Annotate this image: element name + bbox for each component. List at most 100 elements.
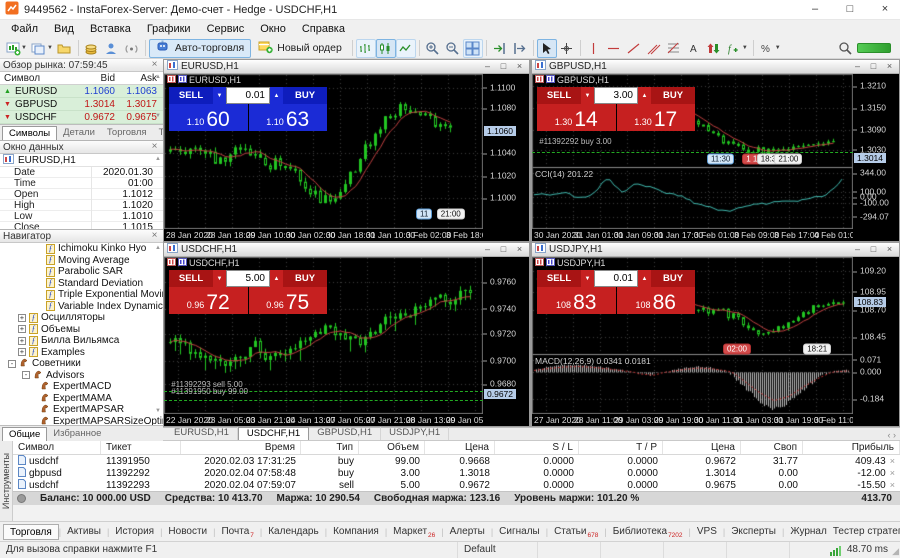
crosshair-icon[interactable]	[557, 39, 577, 58]
buy-button[interactable]: BUY	[651, 270, 695, 287]
navigator-item[interactable]: ƒTriple Exponential Movin	[0, 289, 163, 301]
panel-close-icon[interactable]: ×	[149, 230, 160, 242]
auto-trading-button[interactable]: Авто-торговля	[149, 39, 251, 58]
sell-price[interactable]: 0.9672	[169, 287, 248, 314]
chart-window-titlebar[interactable]: EURUSD,H1–□×	[164, 60, 529, 74]
terminal-tab-vps[interactable]: VPS	[691, 524, 723, 540]
buy-price[interactable]: 1.1063	[249, 104, 328, 131]
volume-decrease-icon[interactable]: ▼	[581, 270, 594, 287]
chart-tab[interactable]: USDJPY,H1	[381, 427, 449, 440]
volume-input[interactable]: 0.01	[226, 87, 270, 104]
templates-icon[interactable]	[55, 39, 75, 58]
sell-price[interactable]: 1.3014	[537, 104, 616, 131]
candlestick-chart-icon[interactable]	[376, 39, 396, 58]
new-chart-icon[interactable]	[3, 39, 23, 58]
chart-minimize-button[interactable]: –	[851, 60, 864, 73]
terminal-tab-алерты[interactable]: Алерты	[444, 524, 491, 540]
chart-restore-button[interactable]: □	[867, 243, 880, 256]
horizontal-line-icon[interactable]	[604, 39, 624, 58]
zoom-in-icon[interactable]	[423, 39, 443, 58]
volume-input[interactable]: 3.00	[594, 87, 638, 104]
trade-column-header[interactable]: Тикет	[101, 441, 181, 454]
buy-button[interactable]: BUY	[283, 87, 327, 104]
market-watch-row[interactable]: ▼USDCHF0.96720.9675	[0, 111, 163, 124]
terminal-tab-новости[interactable]: Новости	[162, 524, 213, 540]
scroll-up-icon[interactable]: ▲	[155, 156, 161, 162]
vertical-line-icon[interactable]	[584, 39, 604, 58]
volume-decrease-icon[interactable]: ▼	[581, 87, 594, 104]
market-watch-row[interactable]: ▲EURUSD1.10601.1063	[0, 85, 163, 98]
menu-item[interactable]: Справка	[294, 20, 353, 38]
terminal-tab-активы[interactable]: Активы	[61, 524, 107, 540]
navigator-item[interactable]: ExpertMAPSAR	[0, 404, 163, 416]
maximize-button[interactable]: □	[835, 0, 865, 19]
trade-column-header[interactable]: S / L	[495, 441, 579, 454]
chart-restore-button[interactable]: □	[867, 60, 880, 73]
equidistant-channel-icon[interactable]	[644, 39, 664, 58]
trade-row[interactable]: usdchf113919502020.02.03 17:31:25buy99.0…	[13, 455, 900, 467]
dropdown-caret-icon[interactable]: ▼	[775, 45, 781, 51]
tile-windows-icon[interactable]	[463, 39, 483, 58]
scroll-down-icon[interactable]: ▼	[155, 408, 161, 414]
buy-price[interactable]: 1.3017	[617, 104, 696, 131]
cursor-icon[interactable]	[537, 39, 557, 58]
timeframes-icon[interactable]: %	[757, 39, 777, 58]
buy-price[interactable]: 10886	[617, 287, 696, 314]
chart-shift-icon[interactable]	[510, 39, 530, 58]
terminal-tab-маркет[interactable]: Маркет26	[387, 524, 441, 540]
data-window-icon[interactable]	[102, 39, 122, 58]
close-trade-icon[interactable]: ×	[890, 468, 895, 478]
expand-icon[interactable]: +	[18, 314, 26, 322]
time-axis[interactable]: 30 Jan 202031 Jan 01:0031 Jan 09:0031 Ja…	[532, 229, 853, 241]
panel-close-icon[interactable]: ×	[149, 59, 160, 71]
price-scale[interactable]: 109.20108.95108.70108.450.0710.000-0.184…	[853, 257, 899, 414]
trade-column-header[interactable]: Время	[181, 441, 301, 454]
volume-decrease-icon[interactable]: ▼	[213, 87, 226, 104]
chart-tabs-scroll-icons[interactable]: ‹ ›	[884, 430, 900, 440]
chart-close-button[interactable]: ×	[513, 60, 526, 73]
trade-column-header[interactable]: Символ	[13, 441, 101, 454]
trade-column-header[interactable]: Тип	[301, 441, 359, 454]
chart-restore-button[interactable]: □	[497, 60, 510, 73]
menu-item[interactable]: Графики	[139, 20, 199, 38]
dropdown-caret-icon[interactable]: ▼	[742, 45, 748, 51]
collapse-icon[interactable]: -	[22, 371, 30, 379]
chart-restore-button[interactable]: □	[497, 243, 510, 256]
menu-item[interactable]: Вставка	[82, 20, 139, 38]
collapse-icon[interactable]: -	[8, 360, 16, 368]
trade-row[interactable]: usdchf113922932020.02.04 07:59:07sell5.0…	[13, 479, 900, 491]
terminal-tab-статьи[interactable]: Статьи678	[548, 524, 604, 540]
navigator-item[interactable]: ExpertMAPSARSizeOptim	[0, 416, 163, 426]
sell-price[interactable]: 10883	[537, 287, 616, 314]
trade-column-header[interactable]: Своп	[741, 441, 803, 454]
chart-tab[interactable]: USDCHF,H1	[238, 427, 309, 440]
bar-chart-icon[interactable]	[356, 39, 376, 58]
market-watch-row[interactable]: ▼GBPUSD1.30141.3017	[0, 98, 163, 111]
price-scale[interactable]: 1.11001.10801.10401.10201.10001.1060	[483, 74, 529, 229]
navigator-item[interactable]: ƒIchimoku Kinko Hyo	[0, 243, 163, 255]
autoscroll-icon[interactable]	[490, 39, 510, 58]
trade-column-header[interactable]: T / P	[579, 441, 663, 454]
time-axis[interactable]: 28 Jan 202028 Jan 18:0029 Jan 10:0030 Ja…	[164, 229, 483, 241]
trade-column-header[interactable]: Объем	[359, 441, 425, 454]
chart-minimize-button[interactable]: –	[481, 243, 494, 256]
market-watch-tab[interactable]: Торговля	[101, 126, 153, 140]
market-watch-tab[interactable]: Детали	[57, 126, 101, 140]
search-icon[interactable]	[835, 39, 855, 58]
terminal-tab-торговля[interactable]: Торговля	[3, 524, 59, 540]
sell-button[interactable]: SELL	[537, 87, 581, 104]
volume-input[interactable]: 0.01	[594, 270, 638, 287]
navigator-item[interactable]: +ƒОсцилляторы	[0, 312, 163, 324]
chart-close-button[interactable]: ×	[513, 243, 526, 256]
sell-price[interactable]: 1.1060	[169, 104, 248, 131]
panel-close-icon[interactable]: ×	[149, 141, 160, 153]
close-trade-icon[interactable]: ×	[890, 456, 895, 466]
volume-input[interactable]: 5.00	[226, 270, 270, 287]
navigator-item[interactable]: +ƒБилла Вильямса	[0, 335, 163, 347]
trade-column-header[interactable]: Цена	[663, 441, 741, 454]
dropdown-caret-icon[interactable]: ▼	[21, 45, 27, 51]
expand-icon[interactable]: +	[18, 325, 26, 333]
market-watch-tab[interactable]: Тики	[153, 126, 163, 140]
zoom-out-icon[interactable]	[443, 39, 463, 58]
arrows-icon[interactable]	[704, 39, 724, 58]
